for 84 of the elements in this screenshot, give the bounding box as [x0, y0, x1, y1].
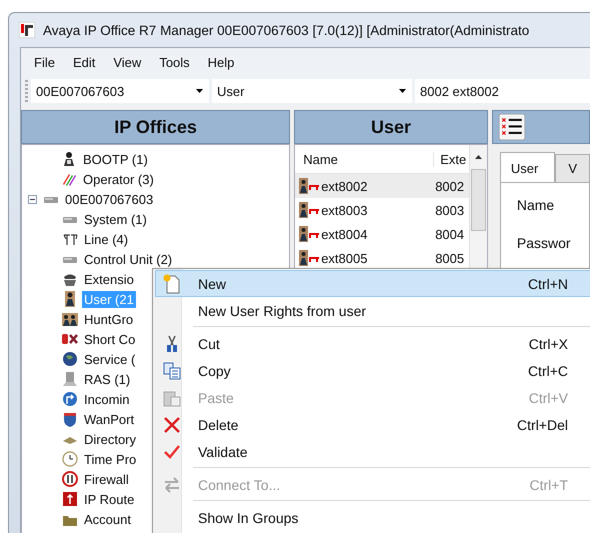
tree-item[interactable]: RAS (1) [82, 370, 132, 388]
tree-item[interactable]: System (1) [82, 210, 149, 228]
menu-item[interactable]: Validate [155, 438, 590, 465]
dropdown[interactable]: User [212, 79, 412, 103]
scroll-up-icon[interactable] [474, 155, 482, 159]
menu-item[interactable]: Help [200, 52, 242, 72]
person-icon [61, 151, 77, 167]
caret-icon [196, 89, 203, 93]
menu-item[interactable]: Show In Groups [155, 504, 590, 531]
globe-icon [62, 351, 78, 367]
user-icon [299, 250, 322, 266]
tab[interactable]: V [555, 154, 590, 182]
menu-item[interactable]: Tools [152, 52, 197, 72]
menu-item[interactable]: New Ctrl+N [155, 270, 590, 297]
tree-item[interactable]: IP Route [82, 490, 136, 508]
pens-icon [61, 171, 77, 187]
menu-item[interactable]: Edit [66, 52, 102, 72]
person-icon [62, 291, 78, 307]
tree-item[interactable]: Time Pro [82, 450, 138, 468]
shield-icon [62, 411, 78, 427]
tree-item[interactable]: Short Co [82, 330, 138, 348]
tree-item[interactable]: WanPort [82, 410, 136, 428]
tree-item[interactable]: Control Unit (2) [82, 250, 174, 268]
scissors-icon [164, 334, 180, 352]
tree-item[interactable]: Extensio [82, 270, 136, 288]
panel-header: IP Offices [21, 110, 290, 144]
tree-item[interactable]: Account [82, 510, 133, 528]
delete-icon [163, 416, 181, 434]
dropdown[interactable]: 8002 ext8002 [415, 79, 590, 103]
tree-item[interactable]: Line (4) [82, 230, 130, 248]
road-sign-icon [62, 471, 78, 487]
tree-item[interactable]: Directory [82, 430, 138, 448]
user-name: ext8005 [321, 250, 368, 266]
checklist-icon[interactable] [498, 114, 525, 140]
user-name: ext8002 [321, 178, 368, 194]
arrow-sign-icon [62, 391, 78, 407]
clipboard-icon [163, 388, 181, 406]
panel-header: User [294, 110, 488, 144]
swap-arrows-icon [163, 476, 181, 492]
user-name: ext8004 [321, 226, 368, 242]
user-name: ext8003 [321, 202, 368, 218]
tree-item[interactable]: Operator (3) [81, 170, 156, 188]
check-icon [163, 442, 181, 460]
extension-number: 8005 [435, 250, 464, 266]
column-header[interactable]: Exte [434, 152, 466, 166]
menu-item[interactable]: File [27, 52, 62, 72]
new-page-icon [163, 274, 181, 294]
server-icon [62, 371, 78, 387]
tree-item[interactable]: Service ( [82, 350, 138, 368]
tab[interactable]: User [500, 152, 556, 182]
copy-icon [163, 362, 181, 380]
list-row[interactable]: ext8003 8003 [295, 198, 469, 222]
caret-icon [399, 89, 406, 93]
tree-item[interactable]: Firewall [82, 470, 131, 488]
scrollbar-thumb[interactable] [470, 169, 486, 231]
list-row[interactable]: ext8004 8004 [295, 222, 469, 246]
toolbar-grip[interactable] [25, 80, 28, 102]
column-header[interactable]: Name [295, 152, 434, 166]
tree-item[interactable]: Incomin [82, 390, 132, 408]
list-row[interactable]: ext8005 8005 [295, 246, 469, 270]
dropdown[interactable]: 00E007067603 [31, 79, 209, 103]
menu-item[interactable]: Cut Ctrl+X [155, 330, 590, 357]
window-title: Avaya IP Office R7 Manager 00E007067603 [7.0(12)] [Administrator(Administrato [43, 22, 530, 38]
people-icon [62, 311, 78, 327]
app-icon [19, 22, 35, 38]
tree-item[interactable]: 00E007067603 [63, 190, 156, 208]
menu-item[interactable]: New User Rights from user [155, 297, 590, 324]
field-label: Passwor [516, 235, 572, 251]
menu-item[interactable]: View [106, 52, 148, 72]
clock-icon [62, 451, 78, 467]
menu-item[interactable]: Delete Ctrl+Del [155, 411, 590, 438]
menu-item[interactable]: Copy Ctrl+C [155, 357, 590, 384]
x-mark-icon [62, 331, 78, 347]
user-icon [299, 178, 322, 194]
extension-number: 8003 [435, 202, 464, 218]
collapse-icon[interactable] [28, 194, 37, 204]
tree-item[interactable]: BOOTP (1) [81, 150, 150, 168]
list-row[interactable]: ext8002 8002 [295, 174, 469, 198]
tree-item[interactable]: HuntGro [82, 310, 136, 328]
user-icon [299, 226, 322, 242]
field-label: Name [516, 197, 556, 213]
extension-number: 8004 [435, 226, 464, 242]
user-icon [299, 202, 322, 218]
extension-number: 8002 [435, 178, 464, 194]
